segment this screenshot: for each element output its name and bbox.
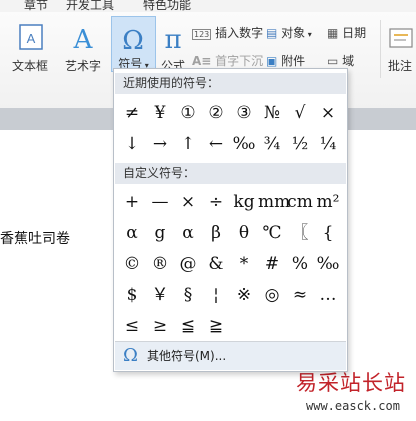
symbol-cell[interactable]: 〖 — [286, 218, 314, 249]
symbol-cell[interactable]: ≤ — [118, 311, 146, 342]
symbol-cell[interactable]: ¾ — [258, 129, 286, 160]
symbol-cell[interactable]: … — [314, 280, 342, 311]
date-button[interactable]: ▦ 日期 — [327, 24, 366, 41]
symbol-cell[interactable]: % — [286, 249, 314, 280]
field-icon: ▭ — [327, 54, 339, 68]
symbol-cell[interactable]: α — [174, 218, 202, 249]
attachment-button[interactable]: ▣ 附件 — [266, 52, 305, 69]
document-text[interactable]: 香蕉吐司卷 — [0, 228, 70, 248]
symbol-cell[interactable]: × — [314, 98, 342, 129]
symbol-cell[interactable]: θ — [230, 218, 258, 249]
symbol-cell[interactable]: kg — [230, 187, 258, 218]
number-icon: 123 — [192, 29, 212, 40]
symbol-cell[interactable]: ‰ — [230, 129, 258, 160]
symbol-cell[interactable]: ½ — [286, 129, 314, 160]
symbol-cell[interactable]: ÷ — [202, 187, 230, 218]
symbol-cell[interactable]: cm — [286, 187, 314, 218]
symbol-button[interactable]: Ω 符号 ▾ — [111, 16, 156, 72]
chevron-down-icon: ▾ — [305, 30, 312, 39]
symbol-dropdown: 近期使用的符号： ≠ ¥ ① ② ③ № √ × ↓ → ↑ ← ‰ ¾ ½ ¼ 自定义符号： + — × ÷ kg m… — [113, 68, 348, 372]
symbol-cell[interactable]: β — [202, 218, 230, 249]
symbol-cell[interactable]: ℃ — [258, 218, 286, 249]
symbol-cell[interactable]: © — [118, 249, 146, 280]
symbol-cell[interactable]: α — [118, 218, 146, 249]
dropcap-button[interactable]: A≡ 首字下沉 — [192, 52, 263, 69]
symbol-cell[interactable]: ¼ — [314, 129, 342, 160]
symbol-cell[interactable]: ① — [174, 98, 202, 129]
dropcap-icon: A≡ — [192, 54, 212, 68]
symbol-cell[interactable]: × — [174, 187, 202, 218]
watermark-url: www.easck.com — [306, 399, 400, 413]
symbol-cell[interactable]: @ — [174, 249, 202, 280]
symbol-cell[interactable]: ② — [202, 98, 230, 129]
symbol-cell[interactable]: mm — [258, 187, 290, 218]
calendar-icon: ▦ — [327, 26, 339, 40]
symbol-cell[interactable]: ≠ — [118, 98, 146, 129]
symbol-cell[interactable]: m² — [314, 187, 342, 218]
symbol-cell[interactable]: # — [258, 249, 286, 280]
symbol-cell[interactable]: $ — [118, 280, 146, 311]
recent-symbols-label: 近期使用的符号： — [115, 73, 346, 94]
symbol-cell[interactable]: ® — [146, 249, 174, 280]
symbol-cell[interactable]: № — [258, 98, 286, 129]
pi-icon: π — [164, 25, 181, 54]
svg-text:π: π — [164, 25, 181, 54]
symbol-cell[interactable]: √ — [286, 98, 314, 129]
symbol-cell[interactable]: ↓ — [118, 129, 146, 160]
symbol-cell[interactable]: ◎ — [258, 280, 286, 311]
custom-symbols-label: 自定义符号： — [115, 163, 346, 184]
symbol-cell[interactable]: g — [146, 218, 174, 249]
recent-symbols-grid: ≠ ¥ ① ② ③ № √ × ↓ → ↑ ← ‰ ¾ ½ ¼ — [118, 98, 342, 160]
ribbon-tab-strip: 章节 开发工具 特色功能 — [0, 0, 416, 12]
symbol-cell[interactable]: ¥ — [146, 98, 174, 129]
symbol-cell[interactable]: ≦ — [174, 311, 202, 342]
symbol-cell[interactable]: * — [230, 249, 258, 280]
symbol-cell[interactable]: + — [118, 187, 146, 218]
symbol-cell[interactable]: ③ — [230, 98, 258, 129]
svg-text:A: A — [27, 31, 36, 46]
symbol-cell[interactable]: ≈ — [286, 280, 314, 311]
insert-number-button[interactable]: 123 插入数字 — [192, 24, 263, 41]
ribbon-separator — [380, 20, 381, 78]
arttext-icon: A — [73, 25, 94, 54]
svg-text:Ω: Ω — [122, 26, 144, 55]
object-icon: ▤ — [266, 26, 278, 40]
symbol-cell[interactable]: ¦ — [202, 280, 230, 311]
symbol-cell[interactable]: ← — [202, 129, 230, 160]
textbox-button[interactable]: A 文本框 — [4, 16, 56, 78]
symbol-cell[interactable]: § — [174, 280, 202, 311]
omega-icon: Ω — [123, 345, 138, 366]
symbol-cell[interactable]: ￥ — [146, 280, 174, 311]
symbol-cell[interactable]: ‰ — [314, 249, 342, 280]
more-symbols-item[interactable]: Ω 其他符号(M)... — [115, 342, 346, 370]
symbol-cell[interactable]: → — [146, 129, 174, 160]
symbol-cell[interactable]: ≧ — [202, 311, 230, 342]
arttext-button[interactable]: A 艺术字 — [58, 16, 108, 78]
object-button[interactable]: ▤ 对象 ▾ — [266, 24, 312, 41]
field-button[interactable]: ▭ 域 — [327, 52, 354, 69]
comment-icon — [389, 28, 413, 48]
symbol-cell[interactable]: ※ — [230, 280, 258, 311]
symbol-cell[interactable]: { — [314, 218, 342, 249]
comment-button[interactable]: 批注 — [384, 16, 416, 78]
symbol-cell[interactable]: ≥ — [146, 311, 174, 342]
svg-text:A: A — [73, 25, 94, 54]
custom-symbols-grid: + — × ÷ kg mm cm m² α g α β θ ℃ 〖{© ® @ & * #% ‰ $ ￥ § ¦ ※ ◎ ≈… ≤ ≥ ≦ ≧ — [118, 187, 342, 342]
attachment-icon: ▣ — [266, 54, 278, 68]
symbol-cell[interactable]: — — [146, 187, 174, 218]
omega-icon: Ω — [122, 26, 144, 55]
textbox-icon: A — [19, 24, 43, 50]
symbol-cell[interactable]: & — [202, 249, 230, 280]
symbol-cell[interactable]: ↑ — [174, 129, 202, 160]
